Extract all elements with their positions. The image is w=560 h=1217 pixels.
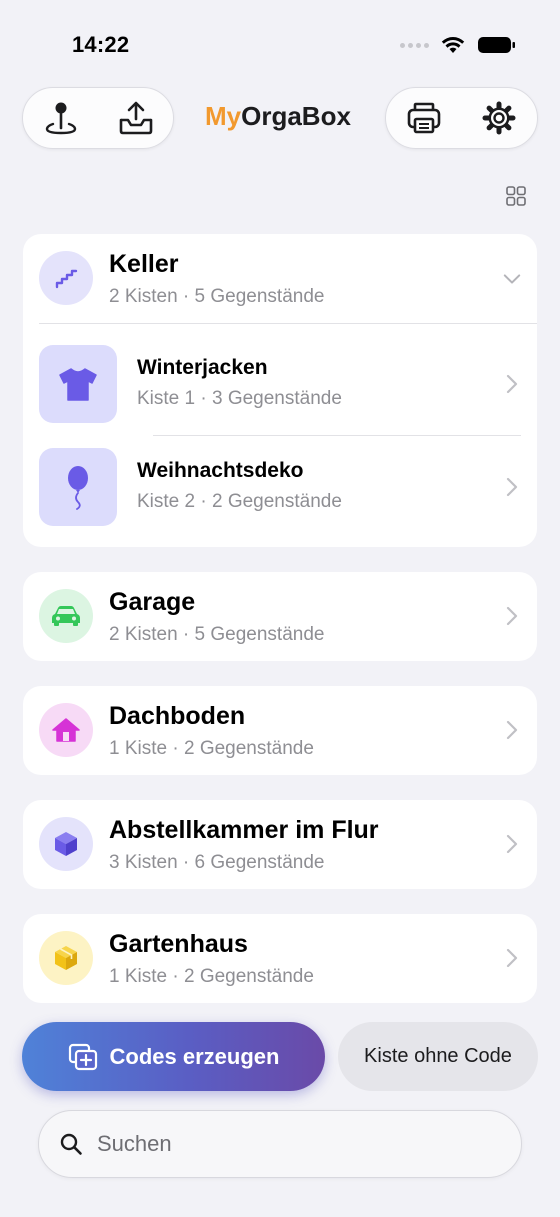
generate-codes-label: Codes erzeugen [109, 1043, 280, 1069]
location-subtitle: 2 Kisten · 5 Gegenstände [109, 624, 325, 645]
print-button[interactable] [396, 90, 452, 146]
box-row-winterjacken[interactable]: Winterjacken Kiste 1 · 3 Gegenstände [23, 342, 537, 426]
grid-icon [506, 186, 526, 206]
location-card-garage[interactable]: Garage 2 Kisten · 5 Gegenstände [23, 572, 537, 661]
chevron-down-icon [503, 270, 521, 288]
house-icon [52, 718, 80, 742]
location-icon-abstellkammer [39, 817, 93, 871]
box-without-code-button[interactable]: Kiste ohne Code [338, 1022, 538, 1091]
battery-icon [478, 37, 515, 53]
chevron-right-icon [503, 834, 521, 854]
wifi-icon [441, 37, 465, 53]
box-without-code-label: Kiste ohne Code [364, 1045, 512, 1067]
search-input[interactable] [97, 1131, 477, 1157]
app-title: MyOrgaBox [205, 101, 351, 132]
brand-prefix: My [205, 101, 242, 131]
location-icon-gartenhaus [39, 931, 93, 985]
box-subtitle: Kiste 1 · 3 Gegenstände [137, 388, 342, 409]
car-icon [52, 606, 80, 626]
location-icon-keller [39, 251, 93, 305]
location-subtitle: 2 Kisten · 5 Gegenstände [109, 286, 325, 307]
cellular-signal-icon [400, 42, 429, 48]
status-icons [400, 34, 517, 56]
location-card-dachboden[interactable]: Dachboden 1 Kiste · 2 Gegenstände [23, 686, 537, 775]
location-card-abstellkammer[interactable]: Abstellkammer im Flur 3 Kisten · 6 Gegen… [23, 800, 537, 889]
search-icon [60, 1133, 82, 1155]
box-row-weihnachtsdeko[interactable]: Weihnachtsdeko Kiste 2 · 2 Gegenstände [23, 445, 537, 529]
box-icon-weihnachtsdeko [39, 448, 117, 526]
shippingbox-icon [55, 946, 77, 970]
balloon-icon [68, 466, 88, 510]
stairs-icon [55, 269, 78, 289]
location-subtitle: 1 Kiste · 2 Gegenstände [109, 966, 314, 987]
location-card-gartenhaus[interactable]: Gartenhaus 1 Kiste · 2 Gegenstände [23, 914, 537, 1003]
tshirt-icon [59, 368, 97, 401]
location-icon-garage [39, 589, 93, 643]
divider [39, 323, 537, 324]
chevron-right-icon [503, 606, 521, 626]
cube-icon [55, 832, 77, 856]
brand-suffix: OrgaBox [241, 101, 351, 131]
grid-view-button[interactable] [502, 182, 530, 210]
chevron-right-icon [503, 720, 521, 740]
inbox-upload-icon [119, 101, 152, 135]
box-title: Weihnachtsdeko [137, 459, 304, 482]
printer-icon [407, 102, 441, 134]
location-title: Gartenhaus [109, 930, 248, 958]
location-button[interactable] [33, 90, 89, 146]
generate-codes-button[interactable]: Codes erzeugen [22, 1022, 325, 1091]
box-subtitle: Kiste 2 · 2 Gegenstände [137, 491, 342, 512]
location-title: Garage [109, 588, 196, 616]
gear-icon [482, 101, 516, 135]
header-left-actions [22, 87, 174, 149]
location-pin-icon [45, 102, 76, 135]
location-icon-dachboden [39, 703, 93, 757]
divider [153, 435, 521, 436]
box-icon-winterjacken [39, 345, 117, 423]
chevron-right-icon [503, 948, 521, 968]
location-card-keller: Keller 2 Kisten · 5 Gegenstände Winterja… [23, 234, 537, 547]
chevron-right-icon [503, 374, 521, 394]
box-title: Winterjacken [137, 356, 268, 379]
settings-button[interactable] [471, 90, 527, 146]
location-title: Keller [109, 250, 179, 278]
header-right-actions [385, 87, 538, 149]
chevron-right-icon [503, 477, 521, 497]
export-button[interactable] [108, 90, 164, 146]
location-subtitle: 1 Kiste · 2 Gegenstände [109, 738, 314, 759]
location-subtitle: 3 Kisten · 6 Gegenstände [109, 852, 325, 873]
add-square-stack-icon [68, 1043, 97, 1070]
location-title: Dachboden [109, 702, 246, 730]
status-time: 14:22 [72, 32, 130, 57]
location-title: Abstellkammer im Flur [109, 816, 379, 844]
search-bar [38, 1110, 522, 1178]
location-header-keller[interactable]: Keller 2 Kisten · 5 Gegenstände [23, 234, 537, 323]
